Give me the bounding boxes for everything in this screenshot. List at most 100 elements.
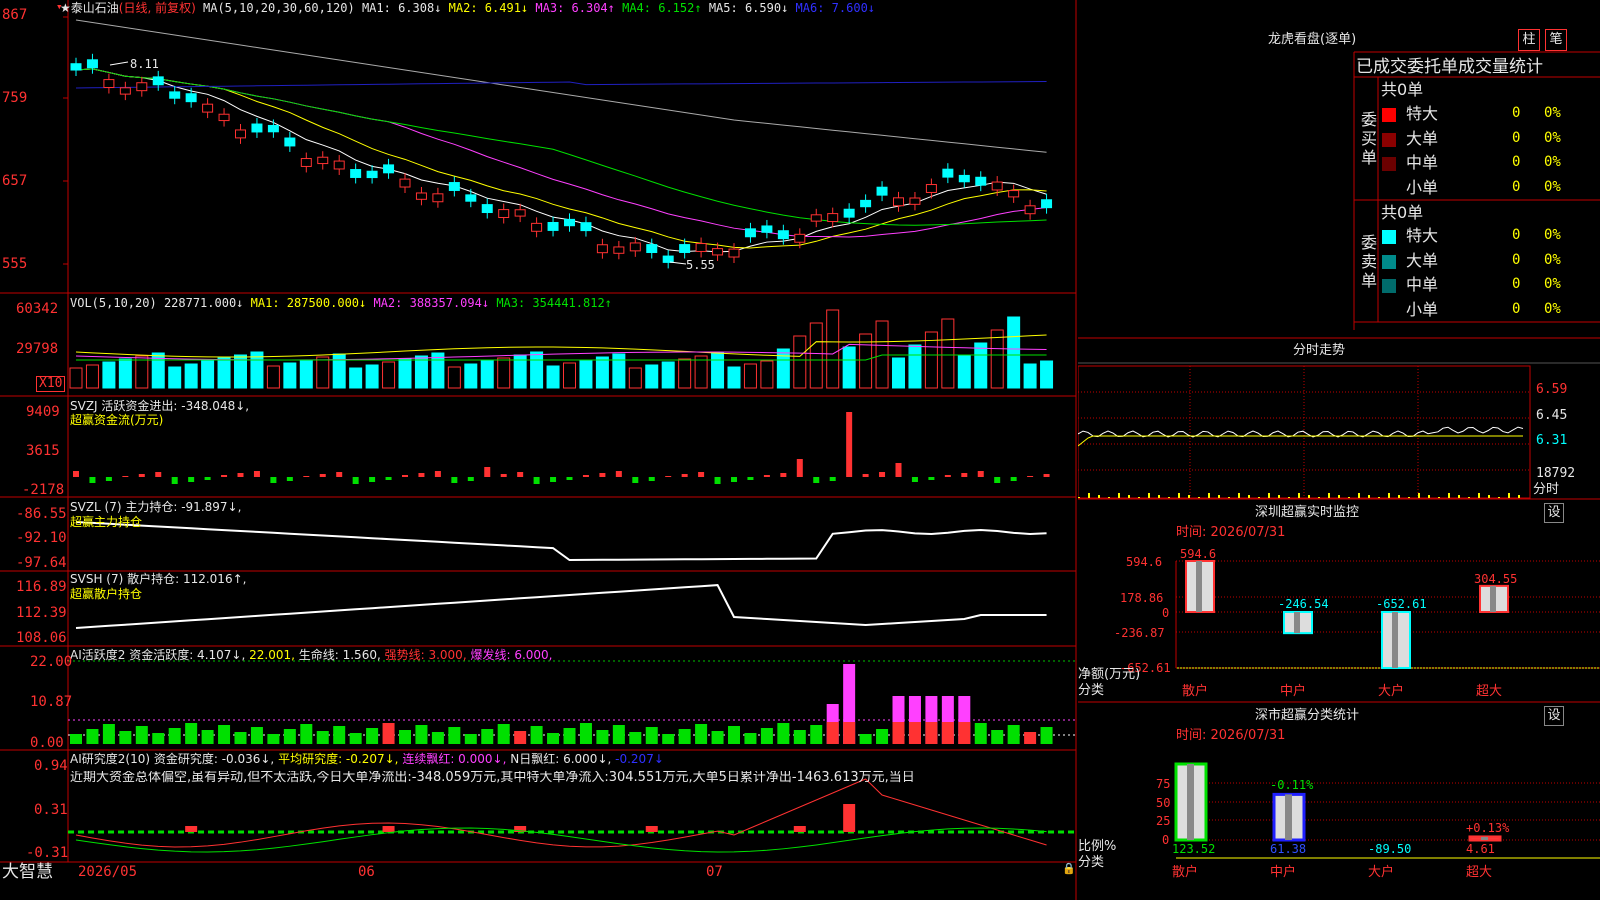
fl-category-label: 大户 <box>1368 865 1395 880</box>
svzj-bar <box>319 474 326 477</box>
svzj-bar <box>994 477 1001 483</box>
menu-arrow-icon[interactable]: ▾ <box>56 0 63 14</box>
fs-vol-bar <box>1348 497 1350 498</box>
fs-vol-bar <box>1158 495 1160 498</box>
candle-body <box>646 244 658 254</box>
ai1-bar <box>168 728 181 744</box>
vol-value: 228771.000↓ <box>163 296 244 310</box>
fs-vol-bar <box>1218 495 1220 498</box>
candle-body <box>86 59 98 69</box>
candle-body <box>777 230 789 240</box>
ai1-bar <box>547 733 560 744</box>
vol-unit: X10 <box>36 376 66 392</box>
ai1-bar-base <box>826 722 839 744</box>
candle-body <box>909 197 921 205</box>
ai1-bar <box>974 723 987 744</box>
svzj-bar <box>221 475 228 477</box>
fs-vol-bar <box>1298 493 1300 498</box>
fs-vol-bar <box>1488 495 1490 498</box>
fs-vol-bar <box>1418 493 1420 498</box>
fs-vol-bar <box>1098 495 1100 498</box>
sz-bar-value: -246.54 <box>1278 597 1329 611</box>
candle-body <box>810 214 822 222</box>
candle-body <box>662 255 674 263</box>
right-panel: 龙虎看盘(逐单) 柱 笔 已成交委托单成交量统计 委买单 共0单 特大 0 0% 大单… <box>1078 0 1600 900</box>
ai2-e: -0.207↓ <box>615 752 664 766</box>
fs-axis-1: 6.59 <box>1536 382 1568 397</box>
order-size-name: 中单 <box>1406 275 1439 294</box>
ai1-bar <box>777 723 790 744</box>
ai2-summary: 近期大资金总体偏空,虽有异动,但不太活跃,今日大单净流出:-348.059万元,… <box>70 771 915 785</box>
sz-category-label: 中户 <box>1280 684 1307 699</box>
sz-monitor-title: 深圳超赢实时监控 <box>1255 505 1360 520</box>
fs-vol-bar <box>1198 497 1200 498</box>
vol-bar <box>464 363 478 389</box>
svzj-bar <box>632 477 639 483</box>
candle-body <box>350 169 362 178</box>
svzj-label: SVZJ 活跃资金进出: -348.048↓, <box>70 399 250 413</box>
vol-bar <box>941 318 955 389</box>
ai2-axis-2: 0.31 <box>34 802 68 818</box>
vol-bar <box>250 351 264 389</box>
right-svg <box>1078 0 1600 900</box>
candle-body <box>712 248 724 256</box>
lock-icon[interactable]: 🔒 <box>1062 862 1076 876</box>
ma1-value: MA1: 6.308↓ <box>361 1 442 15</box>
svzj-bar <box>73 471 79 477</box>
order-count: 0 <box>1512 227 1521 243</box>
fl-bar-percent: -0.11% <box>1270 778 1314 793</box>
ai1-bar <box>102 724 115 744</box>
candle-body <box>580 222 592 232</box>
vol-bar <box>447 366 461 389</box>
ai1-bar <box>135 726 148 744</box>
fs-vol-bar <box>1078 497 1080 498</box>
order-size-name: 大单 <box>1406 128 1439 148</box>
svzj-bar <box>796 459 803 477</box>
ai1-bar-base <box>843 722 856 744</box>
order-size-swatch <box>1382 279 1396 293</box>
svzj-bar <box>1027 476 1034 477</box>
ai1-bar <box>464 734 477 744</box>
ai1-bar <box>810 725 823 744</box>
candle-body <box>119 87 131 95</box>
svzj-bar <box>747 477 754 480</box>
svsh-axis-2: 112.39 <box>16 605 67 621</box>
fs-vol-bar <box>1518 495 1520 498</box>
sz-settings-button[interactable]: 设 <box>1544 503 1564 523</box>
high-note: 8.11 <box>130 57 159 71</box>
bar-mode-button[interactable]: 柱 <box>1518 29 1540 51</box>
svzj-bar <box>879 472 886 477</box>
sz-category-label: 散户 <box>1182 684 1209 699</box>
vol-bar <box>711 352 725 389</box>
sz-axis-1: 594.6 <box>1126 555 1163 569</box>
axis-657: 657 <box>2 173 28 189</box>
candle-body <box>679 244 691 253</box>
svzj-bar <box>813 477 820 483</box>
svzj-bar <box>763 475 770 477</box>
fl-category-label: 中户 <box>1270 865 1297 880</box>
svzj-axis-1: 9409 <box>26 404 60 420</box>
candle-body <box>136 82 148 92</box>
candle-body <box>103 79 115 88</box>
fs-vol-bar <box>1338 495 1340 498</box>
ai1-bar <box>629 732 642 744</box>
vol-bar <box>1007 316 1021 389</box>
fs-vol-bar <box>1458 495 1460 498</box>
vol-bar <box>69 367 83 389</box>
ai1-bar <box>1024 732 1037 744</box>
svzj-bar <box>418 473 425 477</box>
fl-category-label: 超大 <box>1466 865 1493 880</box>
ai1-bar <box>152 733 165 744</box>
sz-category-label: 大户 <box>1378 684 1405 699</box>
vol-bar <box>480 360 494 389</box>
tick-mode-button[interactable]: 笔 <box>1545 29 1567 51</box>
ai2-header: AI研究度2(10) 资金研究度: -0.036↓, 平均研究度: -0.207… <box>70 752 664 766</box>
fl-settings-button[interactable]: 设 <box>1544 706 1564 726</box>
svzj-bar <box>451 477 458 483</box>
order-size-swatch <box>1382 157 1396 171</box>
ai1-axis-1: 22.00 <box>30 654 73 670</box>
order-size-swatch <box>1382 303 1396 318</box>
ai1-bar <box>662 734 675 744</box>
chart-area[interactable]: ★泰山石油(日线, 前复权) MA(5,10,20,30,60,120) MA1… <box>0 0 1078 900</box>
sz-axis-2: 178.86 <box>1120 591 1164 605</box>
